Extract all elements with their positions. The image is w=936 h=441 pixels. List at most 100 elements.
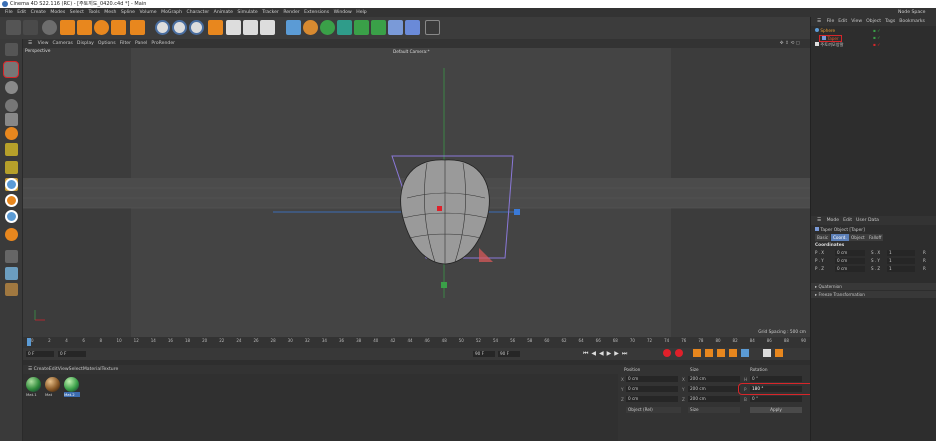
tweak-mode-icon[interactable] <box>5 228 18 241</box>
object-menu-icon[interactable]: ☰ <box>817 19 821 24</box>
menu-character[interactable]: Character <box>186 10 209 15</box>
lock-workplane-icon[interactable] <box>5 250 18 263</box>
viewport-nav-icons[interactable]: ✥ ⇕ ⟲ ▢ <box>780 39 800 48</box>
mode-texture-icon[interactable] <box>5 81 18 94</box>
menu-mograph[interactable]: MoGraph <box>161 10 182 15</box>
visibility-toggle-icon[interactable]: ▪ ✓ <box>873 35 881 40</box>
material-menu-texture[interactable]: Texture <box>102 367 119 372</box>
visibility-toggle-icon[interactable]: ▪ ✓ <box>873 28 881 33</box>
object-axis-handle[interactable] <box>437 206 442 211</box>
pos-y-value-field[interactable]: 0 cm <box>835 258 865 264</box>
object-menu-file[interactable]: File <box>827 19 835 24</box>
material-item[interactable]: Mat.1 <box>26 377 42 398</box>
menu-extensions[interactable]: Extensions <box>304 10 329 15</box>
scale-x-value-field[interactable]: 1 <box>887 250 915 256</box>
menu-help[interactable]: Help <box>356 10 366 15</box>
material-menu-icon[interactable]: ☰ <box>28 367 32 372</box>
scene-environment-icon[interactable] <box>425 20 440 35</box>
menu-modes[interactable]: Modes <box>50 10 65 15</box>
apply-button[interactable]: Apply <box>750 407 802 413</box>
menu-spline[interactable]: Spline <box>121 10 135 15</box>
mograph-effector-icon[interactable] <box>371 20 386 35</box>
keyframe-position-icon[interactable] <box>693 349 701 357</box>
viewport-menu-filter[interactable]: Filter <box>120 41 131 46</box>
material-item[interactable]: Mat.2 <box>64 377 80 398</box>
mograph-cloner-icon[interactable] <box>354 20 369 35</box>
subdivision-surface-icon[interactable] <box>320 20 335 35</box>
attributes-menu-edit[interactable]: Edit <box>843 218 852 223</box>
enable-axis-icon[interactable] <box>5 283 18 296</box>
z-axis-lock-icon[interactable] <box>189 20 204 35</box>
keyframe-rotation-icon[interactable] <box>717 349 725 357</box>
viewport-menu-cameras[interactable]: Cameras <box>53 41 73 46</box>
record-icon[interactable] <box>663 349 671 357</box>
keyframe-scale-icon[interactable] <box>705 349 713 357</box>
mode-axis-icon[interactable] <box>5 161 18 174</box>
viewport-menu-prorender[interactable]: ProRender <box>151 41 175 46</box>
workplane-icon[interactable] <box>5 178 18 191</box>
position-y-field[interactable]: 0 cm <box>626 386 678 392</box>
interpolation-icon[interactable] <box>775 349 783 357</box>
coordinate-system-icon[interactable] <box>208 20 223 35</box>
live-select-icon[interactable] <box>130 20 145 35</box>
tab-falloff[interactable]: Falloff <box>867 234 884 241</box>
coordinate-mode-select[interactable]: Object (Rel) <box>626 407 681 413</box>
start-frame-field[interactable]: 0 F <box>58 351 86 357</box>
menu-render[interactable]: Render <box>283 10 299 15</box>
max-frame-field[interactable]: 90 F <box>498 351 520 357</box>
object-menu-edit[interactable]: Edit <box>838 19 847 24</box>
solo-hierarchy-icon[interactable] <box>5 210 18 223</box>
freeze-transformation-section[interactable]: ▸ Freeze Transformation <box>811 291 936 298</box>
menu-edit[interactable]: Edit <box>17 10 26 15</box>
rotation-b-field[interactable]: 0 ° <box>750 396 802 402</box>
object-menu-tags[interactable]: Tags <box>885 19 895 24</box>
size-mode-select[interactable]: Size <box>688 407 740 413</box>
menu-select[interactable]: Select <box>70 10 84 15</box>
viewport-solo-icon[interactable] <box>5 267 18 280</box>
pos-z-value-field[interactable]: 0 cm <box>835 266 865 272</box>
3d-viewport[interactable]: Perspective Default Camera:* Grid Spacin… <box>23 48 810 337</box>
keyframe-param-icon[interactable] <box>729 349 737 357</box>
material-menu-select[interactable]: Select <box>69 367 83 372</box>
pos-x-value-field[interactable]: 0 cm <box>835 250 865 256</box>
render-view-icon[interactable] <box>226 20 241 35</box>
autokey-icon[interactable] <box>675 349 683 357</box>
viewport-menu-display[interactable]: Display <box>77 41 94 46</box>
object-menu-bookmarks[interactable]: Bookmarks <box>899 19 925 24</box>
object-menu-view[interactable]: View <box>851 19 862 24</box>
menu-create[interactable]: Create <box>31 10 46 15</box>
recent-tool-icon[interactable] <box>111 20 126 35</box>
select-tool-icon[interactable] <box>42 20 57 35</box>
menu-animate[interactable]: Animate <box>214 10 233 15</box>
render-picture-viewer-icon[interactable] <box>243 20 258 35</box>
size-z-field[interactable]: 200 cm <box>688 396 740 402</box>
timeline-view-icon[interactable] <box>763 349 771 357</box>
undo-icon[interactable] <box>6 20 21 35</box>
mode-model-icon[interactable] <box>3 61 19 78</box>
position-x-field[interactable]: 0 cm <box>626 376 678 382</box>
tab-object[interactable]: Object <box>849 234 867 241</box>
material-menu-material[interactable]: Material <box>83 367 102 372</box>
menu-tools[interactable]: Tools <box>88 10 99 15</box>
mode-make-editable-icon[interactable] <box>5 43 18 56</box>
menu-tracker[interactable]: Tracker <box>262 10 279 15</box>
move-tool-icon[interactable] <box>60 20 75 35</box>
menu-file[interactable]: File <box>5 10 13 15</box>
material-menu-create[interactable]: Create <box>34 367 49 372</box>
tab-basic[interactable]: Basic <box>815 234 831 241</box>
pen-spline-icon[interactable] <box>303 20 318 35</box>
playback-controls[interactable]: ⏮◀◀▶▶⏭ <box>583 350 630 358</box>
viewport-menu-options[interactable]: Options <box>98 41 116 46</box>
attributes-menu-userdata[interactable]: User Data <box>856 218 879 223</box>
attributes-menu-icon[interactable]: ☰ <box>817 218 821 223</box>
timeline-playhead[interactable] <box>27 338 31 346</box>
object-row[interactable]: Sphere <box>815 28 835 33</box>
tab-coord[interactable]: Coord. <box>831 234 849 241</box>
x-axis-handle[interactable] <box>514 209 520 215</box>
mode-edges-icon[interactable] <box>5 113 18 126</box>
y-axis-lock-icon[interactable] <box>172 20 187 35</box>
scale-y-value-field[interactable]: 1 <box>887 258 915 264</box>
menu-simulate[interactable]: Simulate <box>237 10 257 15</box>
size-y-field[interactable]: 200 cm <box>688 386 740 392</box>
render-settings-icon[interactable] <box>260 20 275 35</box>
